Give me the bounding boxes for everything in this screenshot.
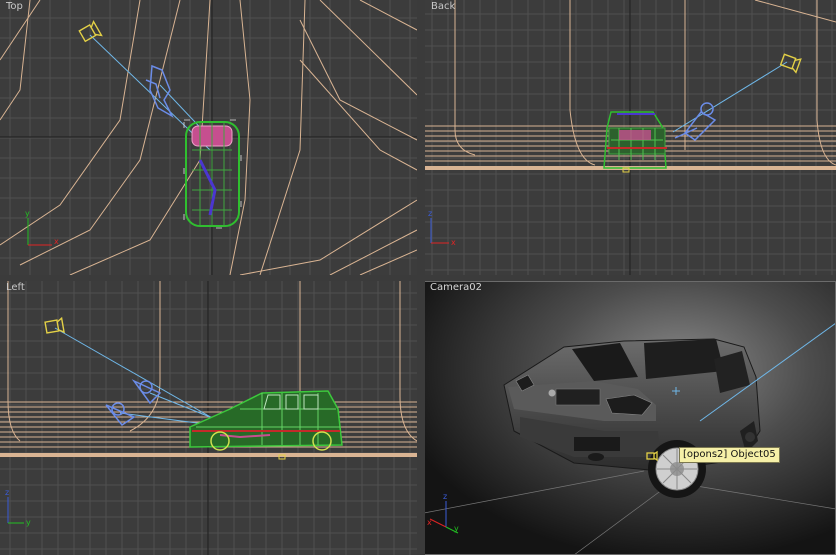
top-viewport-canvas[interactable]: y x (0, 0, 417, 275)
horizontal-divider[interactable] (0, 275, 836, 281)
left-viewport[interactable]: z y Left (0, 281, 417, 555)
axis-x-label: x (54, 237, 59, 246)
axis-z-label: z (443, 492, 447, 501)
viewport-label-top[interactable]: Top (6, 1, 23, 12)
axis-y-label: y (26, 518, 31, 527)
viewport-label-camera[interactable]: Camera02 (430, 282, 482, 293)
axis-z-label: z (428, 209, 432, 218)
object-name-tooltip: [opons2] Object05 (679, 447, 780, 463)
viewport-label-left[interactable]: Left (6, 282, 25, 293)
camera-viewport-canvas[interactable]: z x y (424, 281, 836, 555)
axis-x-label: x (451, 238, 456, 247)
axis-y-label: y (25, 209, 30, 218)
back-viewport-canvas[interactable]: z x (425, 0, 836, 275)
axis-y-label: y (454, 524, 459, 533)
back-viewport[interactable]: z x Back (425, 0, 836, 275)
axis-x-label: x (427, 518, 432, 527)
top-viewport[interactable]: y x Top (0, 0, 417, 275)
axis-z-label: z (5, 488, 9, 497)
viewport-label-back[interactable]: Back (431, 1, 455, 12)
left-viewport-canvas[interactable]: z y (0, 281, 417, 555)
camera-viewport[interactable]: z x y Camera02 (424, 281, 836, 555)
